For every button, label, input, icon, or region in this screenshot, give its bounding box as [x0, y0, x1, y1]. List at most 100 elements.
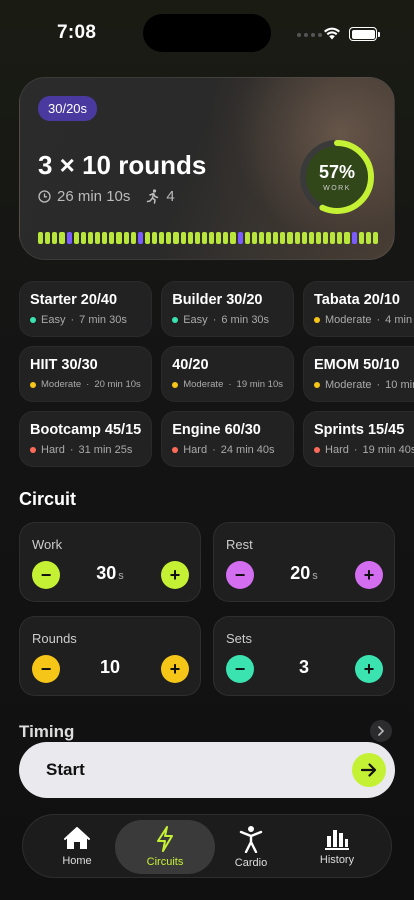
timeline-segment [330, 232, 336, 244]
timeline-segment [87, 232, 93, 244]
tab-bar: Home Circuits Cardio History [22, 814, 392, 878]
preset-name: Starter 20/40 [30, 292, 118, 308]
tab-history[interactable]: History [299, 820, 375, 874]
sets-increment-button[interactable]: + [355, 655, 383, 683]
preset-meta: Moderate · 4 min [314, 314, 414, 326]
timeline-segment [66, 232, 72, 244]
work-increment-button[interactable]: + [161, 561, 189, 589]
timeline-segment [102, 232, 108, 244]
rounds-stepper-card: Rounds − 10 + [19, 616, 201, 696]
timeline-segment [173, 232, 179, 244]
separator: · [212, 314, 217, 326]
difficulty-dot-icon [314, 317, 321, 323]
timeline-segment [273, 232, 279, 244]
tab-history-label: History [319, 854, 355, 866]
preset-tile[interactable]: Bootcamp 45/15 Hard · 31 min 25s [19, 411, 153, 467]
preset-level: Easy [41, 314, 66, 326]
timeline-segment [38, 232, 44, 244]
timeline-segment [59, 232, 65, 244]
timeline-segment [223, 232, 229, 244]
timeline-segment [244, 232, 250, 244]
tab-home[interactable]: Home [39, 820, 115, 874]
timeline-segment [187, 232, 193, 244]
tab-circuits[interactable]: Circuits [115, 820, 215, 874]
preset-duration: 6 min 30s [221, 314, 270, 326]
start-label: Start [46, 760, 85, 779]
rounds-increment-button[interactable]: + [161, 655, 189, 683]
preset-tile[interactable]: HIIT 30/30 Moderate · 20 min 10s [19, 346, 153, 402]
preset-tile[interactable]: EMOM 50/10 Moderate · 10 min [303, 346, 414, 402]
preset-level: Moderate [325, 379, 372, 391]
preset-name: 40/20 [172, 357, 209, 373]
timeline-segment [166, 232, 172, 244]
hero-summary-card[interactable]: 30/20s 3 × 10 rounds 26 min 10s 4 57% WO… [19, 77, 395, 260]
preset-duration: 19 min 10s [236, 379, 284, 390]
difficulty-dot-icon [314, 382, 321, 388]
timeline-segment [123, 232, 129, 244]
preset-tile[interactable]: Engine 60/30 Hard · 24 min 40s [161, 411, 295, 467]
difficulty-dot-icon [30, 447, 36, 453]
tab-home-label: Home [62, 855, 92, 867]
separator: · [376, 314, 381, 326]
timeline-segment [80, 232, 86, 244]
timeline-segment [344, 232, 350, 244]
preset-level: Moderate [183, 379, 224, 390]
preset-tile[interactable]: Tabata 20/10 Moderate · 4 min [303, 281, 414, 337]
preset-tile[interactable]: Sprints 15/45 Hard · 19 min 40s [303, 411, 414, 467]
tab-cardio[interactable]: Cardio [213, 820, 289, 874]
dynamic-island [143, 14, 271, 52]
timeline-segment [315, 232, 321, 244]
timeline-segment [45, 232, 51, 244]
preset-duration: 24 min 40s [220, 444, 275, 456]
difficulty-dot-icon [314, 447, 321, 453]
preset-duration: 7 min 30s [79, 314, 127, 326]
timeline-segment [209, 232, 215, 244]
sets-stepper-card: Sets − 3 + [213, 616, 395, 696]
preset-tile[interactable]: 40/20 Moderate · 19 min 10s [161, 346, 295, 402]
rest-increment-button[interactable]: + [355, 561, 383, 589]
preset-level: Hard [183, 444, 208, 456]
preset-meta: Moderate · 20 min 10s [30, 379, 141, 390]
difficulty-dot-icon [172, 317, 179, 323]
rest-label: Rest [226, 537, 253, 552]
preset-tile[interactable]: Starter 20/40 Easy · 7 min 30s [19, 281, 153, 337]
preset-duration: 10 min [385, 379, 414, 391]
difficulty-dot-icon [172, 447, 179, 453]
person-icon [239, 826, 263, 853]
timeline-segment [152, 232, 158, 244]
interval-timeline [38, 232, 378, 244]
work-label: Work [32, 537, 63, 552]
wifi-icon [323, 26, 341, 45]
timeline-segment [337, 232, 343, 244]
preset-name: Builder 30/20 [172, 292, 263, 308]
preset-duration: 4 min [385, 314, 413, 326]
difficulty-dot-icon [172, 381, 179, 388]
timeline-segment [201, 232, 207, 244]
preset-tile[interactable]: Builder 30/20 Easy · 6 min 30s [161, 281, 295, 337]
separator: · [353, 444, 358, 456]
difficulty-dot-icon [30, 381, 36, 388]
bolt-icon [157, 826, 173, 852]
tab-circuits-label: Circuits [146, 856, 184, 868]
arrow-right-icon [352, 753, 386, 787]
chevron-right-icon[interactable] [370, 720, 392, 742]
preset-name: Bootcamp 45/15 [30, 422, 142, 438]
rest-stepper-card: Rest − 20 s + [213, 522, 395, 602]
timeline-segment [230, 232, 236, 244]
preset-name: Engine 60/30 [172, 422, 261, 438]
progress-label: WORK [323, 185, 351, 192]
timeline-segment [266, 232, 272, 244]
bar-chart-icon [325, 830, 349, 850]
interval-badge: 30/20s [38, 96, 98, 121]
rounds-label: Rounds [32, 631, 77, 646]
workout-duration: 26 min 10s [57, 188, 131, 205]
timeline-segment [358, 232, 364, 244]
preset-meta: Moderate · 19 min 10s [172, 379, 283, 390]
separator: · [69, 444, 74, 456]
timeline-segment [280, 232, 286, 244]
cellular-signal-icon [297, 33, 322, 37]
preset-grid: Starter 20/40 Easy · 7 min 30s Builder 30/20… [19, 281, 414, 467]
workout-title: 3 × 10 rounds [38, 150, 207, 180]
start-button[interactable]: Start [19, 742, 395, 798]
timeline-segment [308, 232, 314, 244]
